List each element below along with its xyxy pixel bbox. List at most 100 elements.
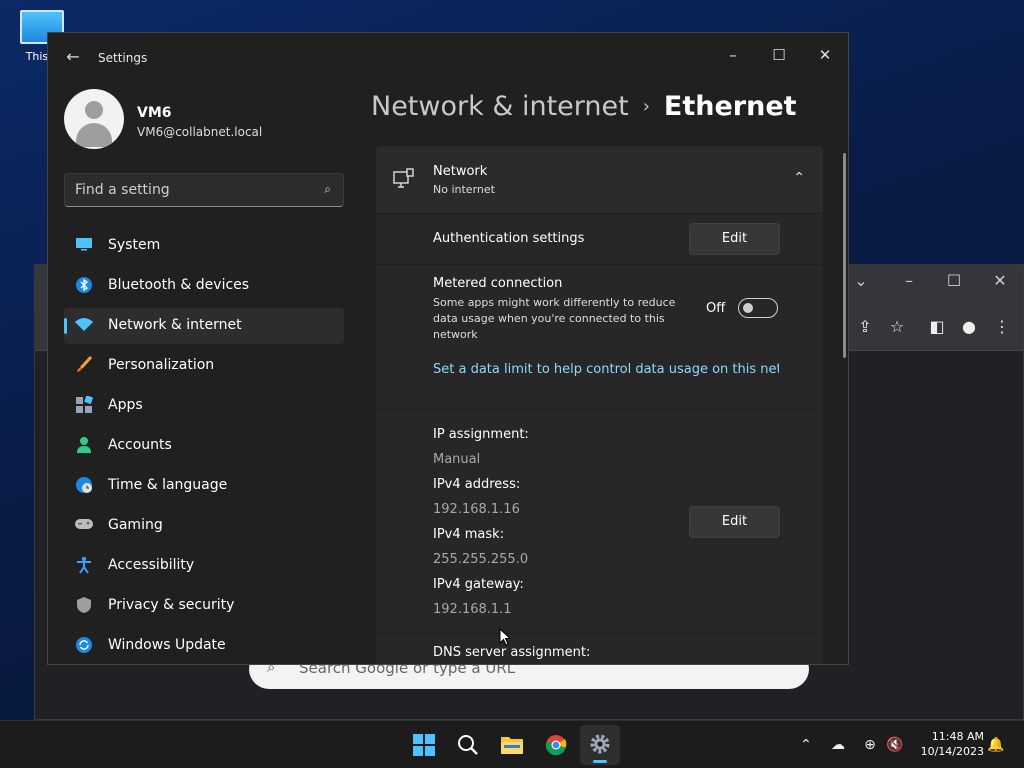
- app-title: Settings: [98, 51, 148, 65]
- brush-icon: [74, 355, 94, 376]
- wifi-icon: [74, 316, 94, 336]
- chrome-taskbar-button[interactable]: [536, 725, 576, 765]
- gear-icon: [590, 734, 610, 754]
- authentication-settings-row: Authentication settings Edit: [376, 214, 823, 264]
- minimize-icon[interactable]: –: [895, 271, 923, 290]
- maximize-button[interactable]: ☐: [759, 39, 799, 71]
- sidebar-item-label: Time & language: [108, 477, 228, 493]
- metered-connection-title: Metered connection: [433, 276, 563, 291]
- ethernet-content: Network No internet ⌃ Authentication set…: [376, 146, 823, 664]
- set-data-limit-link[interactable]: Set a data limit to help control data us…: [433, 362, 779, 377]
- sidebar-item-label: Privacy & security: [108, 597, 235, 613]
- ipv4-mask-label: IPv4 mask:: [433, 527, 505, 542]
- sidebar-item-network[interactable]: Network & internet: [64, 308, 344, 344]
- bluetooth-icon: [74, 276, 94, 296]
- sidebar-item-apps[interactable]: Apps: [64, 388, 344, 424]
- search-icon: [458, 735, 478, 755]
- dns-assignment-label: DNS server assignment:: [433, 645, 591, 660]
- sidebar-item-label: Network & internet: [108, 317, 242, 333]
- sidebar-item-label: Apps: [108, 397, 143, 413]
- sidebar-item-time-language[interactable]: Time & language: [64, 468, 344, 504]
- user-name: VM6: [137, 105, 172, 121]
- content-scrollbar[interactable]: [843, 153, 846, 358]
- apps-icon: [74, 395, 94, 416]
- ipv4-gateway-label: IPv4 gateway:: [433, 577, 524, 592]
- more-menu-icon[interactable]: ⋮: [990, 317, 1014, 336]
- sidepanel-icon[interactable]: ◧: [925, 317, 949, 336]
- search-icon[interactable]: ⌕: [324, 182, 331, 197]
- gamepad-icon: [74, 516, 94, 536]
- chrome-icon: [545, 735, 567, 756]
- chevron-up-icon[interactable]: ⌃: [793, 170, 805, 186]
- clock-time: 11:48 AM: [931, 730, 984, 743]
- volume-muted-icon[interactable]: 🔇: [885, 735, 905, 755]
- star-icon[interactable]: ☆: [885, 317, 909, 336]
- close-icon[interactable]: ✕: [986, 271, 1014, 290]
- shield-icon: [74, 596, 94, 616]
- ip-settings-row: IP assignment: Manual IPv4 address: 192.…: [376, 410, 823, 633]
- ip-edit-button[interactable]: Edit: [689, 506, 780, 538]
- breadcrumb: Network & internet › Ethernet: [371, 91, 797, 122]
- settings-window[interactable]: ← Settings – ☐ ✕ VM6 VM6@collabnet.local…: [47, 32, 849, 665]
- sidebar-item-label: Gaming: [108, 517, 163, 533]
- taskbar-search-button[interactable]: [448, 725, 488, 765]
- sidebar-item-label: Accessibility: [108, 557, 195, 573]
- breadcrumb-separator: ›: [642, 96, 650, 117]
- mouse-cursor-icon: [499, 628, 511, 646]
- system-icon: [74, 236, 94, 256]
- settings-taskbar-button[interactable]: [580, 725, 620, 765]
- metered-connection-toggle[interactable]: [738, 298, 778, 318]
- sidebar-item-label: Windows Update: [108, 637, 226, 653]
- sidebar-item-personalization[interactable]: Personalization: [64, 348, 344, 384]
- file-explorer-button[interactable]: [492, 725, 532, 765]
- sidebar-item-gaming[interactable]: Gaming: [64, 508, 344, 544]
- onedrive-icon[interactable]: ☁: [828, 735, 848, 755]
- title-bar: ← Settings – ☐ ✕: [48, 33, 848, 81]
- sidebar-item-accounts[interactable]: Accounts: [64, 428, 344, 464]
- chevron-down-icon[interactable]: ⌄: [847, 271, 875, 290]
- sidebar-item-system[interactable]: System: [64, 228, 344, 264]
- ip-assignment-value: Manual: [433, 452, 481, 467]
- folder-icon: [501, 737, 523, 754]
- ip-assignment-label: IP assignment:: [433, 427, 529, 442]
- ipv4-gateway-value: 192.168.1.1: [433, 602, 512, 617]
- windows-logo-icon: [413, 734, 435, 756]
- close-button[interactable]: ✕: [805, 39, 845, 71]
- page-title: Ethernet: [663, 91, 797, 122]
- authentication-edit-button[interactable]: Edit: [689, 223, 780, 255]
- network-title: Network: [433, 164, 488, 179]
- avatar[interactable]: [64, 89, 124, 149]
- sidebar-item-windows-update[interactable]: Windows Update: [64, 628, 344, 664]
- network-header-card[interactable]: Network No internet ⌃: [376, 146, 823, 213]
- update-icon: [74, 636, 94, 656]
- find-setting-input[interactable]: [75, 180, 305, 200]
- chevron-up-icon[interactable]: ⌃: [796, 735, 816, 755]
- avatar-shoulders: [76, 123, 112, 147]
- back-arrow-icon[interactable]: ←: [62, 47, 84, 69]
- notification-bell-icon[interactable]: 🔔: [986, 735, 1006, 755]
- sidebar-item-label: Personalization: [108, 357, 215, 373]
- share-icon[interactable]: ⇪: [853, 317, 877, 336]
- sidebar-item-label: Bluetooth & devices: [108, 277, 250, 293]
- authentication-settings-label: Authentication settings: [433, 231, 585, 246]
- user-email: VM6@collabnet.local: [137, 125, 263, 139]
- network-globe-icon[interactable]: ⊕: [860, 735, 880, 755]
- toggle-knob: [743, 303, 753, 313]
- breadcrumb-parent[interactable]: Network & internet: [371, 91, 629, 122]
- ipv4-address-label: IPv4 address:: [433, 477, 521, 492]
- start-button[interactable]: [404, 725, 444, 765]
- metered-connection-description: Some apps might work differently to redu…: [433, 296, 676, 341]
- network-status: No internet: [433, 183, 495, 196]
- metered-toggle-state: Off: [706, 301, 726, 316]
- find-setting-box[interactable]: ⌕: [64, 173, 344, 207]
- sidebar-item-label: System: [108, 237, 161, 253]
- sidebar-item-bluetooth[interactable]: Bluetooth & devices: [64, 268, 344, 304]
- sidebar-item-privacy[interactable]: Privacy & security: [64, 588, 344, 624]
- minimize-button[interactable]: –: [713, 39, 753, 71]
- sidebar-item-accessibility[interactable]: Accessibility: [64, 548, 344, 584]
- ipv4-mask-value: 255.255.255.0: [433, 552, 529, 567]
- maximize-icon[interactable]: ☐: [940, 271, 968, 290]
- taskbar-clock[interactable]: 11:48 AM 10/14/2023: [912, 729, 984, 759]
- profile-icon[interactable]: ●: [957, 317, 981, 336]
- metered-connection-row: Metered connection Some apps might work …: [376, 265, 823, 409]
